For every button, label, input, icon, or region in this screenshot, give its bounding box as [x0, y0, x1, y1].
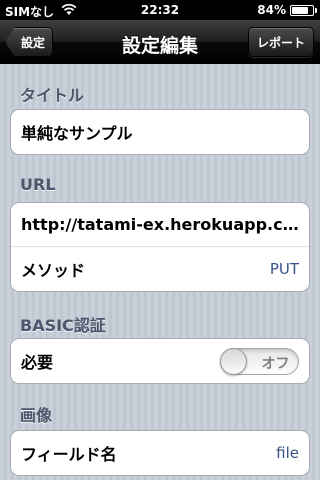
basic-auth-group: 必要 オフ — [10, 338, 310, 384]
switch-knob — [220, 347, 247, 375]
auth-required-switch[interactable]: オフ — [220, 347, 299, 375]
status-bar: SIMなし 22:32 84% — [0, 0, 320, 20]
battery-percentage: 84% — [257, 3, 286, 17]
url-value: http://tatami-ex.herokuapp.com/ — [21, 215, 299, 234]
field-name-value: file — [276, 444, 299, 462]
auth-required-label: 必要 — [21, 353, 54, 372]
method-label: メソッド — [21, 261, 86, 280]
title-cell[interactable]: 単純なサンプル — [11, 110, 309, 154]
url-group: http://tatami-ex.herokuapp.com/ メソッド PUT — [10, 202, 310, 292]
section-header-image: 画像 — [20, 406, 53, 425]
section-header-basic-auth: BASIC認証 — [20, 316, 106, 335]
battery-fill — [292, 7, 309, 14]
auth-required-cell: 必要 オフ — [11, 339, 309, 383]
field-name-cell[interactable]: フィールド名 file — [11, 431, 309, 475]
title-group: 単純なサンプル — [10, 109, 310, 155]
navigation-bar: 設定 設定編集 レポート — [0, 20, 320, 64]
section-header-url: URL — [20, 175, 56, 194]
url-cell[interactable]: http://tatami-ex.herokuapp.com/ — [11, 203, 309, 247]
battery-icon — [290, 5, 317, 16]
report-button[interactable]: レポート — [248, 27, 314, 57]
title-value: 単純なサンプル — [21, 124, 133, 143]
method-value: PUT — [269, 260, 299, 278]
section-header-title: タイトル — [20, 86, 85, 105]
image-group: フィールド名 file — [10, 430, 310, 476]
method-cell[interactable]: メソッド PUT — [11, 247, 309, 291]
switch-state-label: オフ — [261, 355, 290, 372]
field-name-label: フィールド名 — [21, 445, 117, 464]
